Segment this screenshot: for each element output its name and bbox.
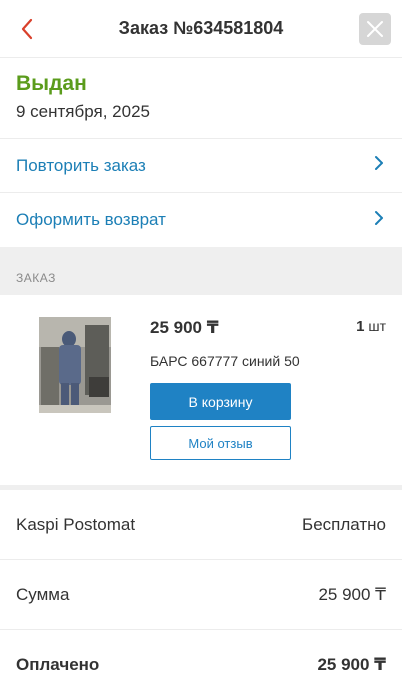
delivery-value: Бесплатно xyxy=(302,514,386,534)
chevron-right-icon xyxy=(372,209,386,232)
return-order-label: Оформить возврат xyxy=(16,210,166,229)
order-section-heading: ЗАКАЗ xyxy=(0,247,402,295)
paid-value: 25 900 ₸ xyxy=(317,655,386,674)
my-review-button[interactable]: Мой отзыв xyxy=(150,426,291,460)
product-image[interactable] xyxy=(39,317,111,413)
paid-row: Оплачено 25 900 ₸ xyxy=(0,630,402,699)
product-name: БАРС 667777 синий 50 xyxy=(150,353,300,369)
total-row: Сумма 25 900 ₸ xyxy=(0,560,402,630)
status-label: Выдан xyxy=(16,72,87,95)
product-price: 25 900 ₸ xyxy=(150,318,219,337)
order-status: Выдан 9 сентября, 2025 xyxy=(0,58,402,139)
close-icon[interactable] xyxy=(359,13,391,45)
page-title: Заказ №634581804 xyxy=(118,18,284,38)
total-value: 25 900 ₸ xyxy=(318,584,386,604)
paid-label: Оплачено xyxy=(16,655,100,674)
delivery-row: Kaspi Postomat Бесплатно xyxy=(0,490,402,560)
chevron-left-icon[interactable] xyxy=(16,17,40,41)
product-quantity: 1 шт xyxy=(356,318,386,335)
repeat-order-label: Повторить заказ xyxy=(16,155,146,175)
status-date: 9 сентября, 2025 xyxy=(16,102,150,121)
total-label: Сумма xyxy=(16,584,70,604)
return-order-link[interactable]: Оформить возврат xyxy=(0,193,402,247)
repeat-order-link[interactable]: Повторить заказ xyxy=(0,139,402,193)
order-item: 25 900 ₸ 1 шт БАРС 667777 синий 50 В кор… xyxy=(0,295,402,490)
quantity-unit: шт xyxy=(364,318,386,334)
add-to-cart-button[interactable]: В корзину xyxy=(150,383,291,420)
top-bar: Заказ №634581804 xyxy=(0,0,402,58)
delivery-label: Kaspi Postomat xyxy=(16,514,136,534)
chevron-right-icon xyxy=(372,154,386,177)
